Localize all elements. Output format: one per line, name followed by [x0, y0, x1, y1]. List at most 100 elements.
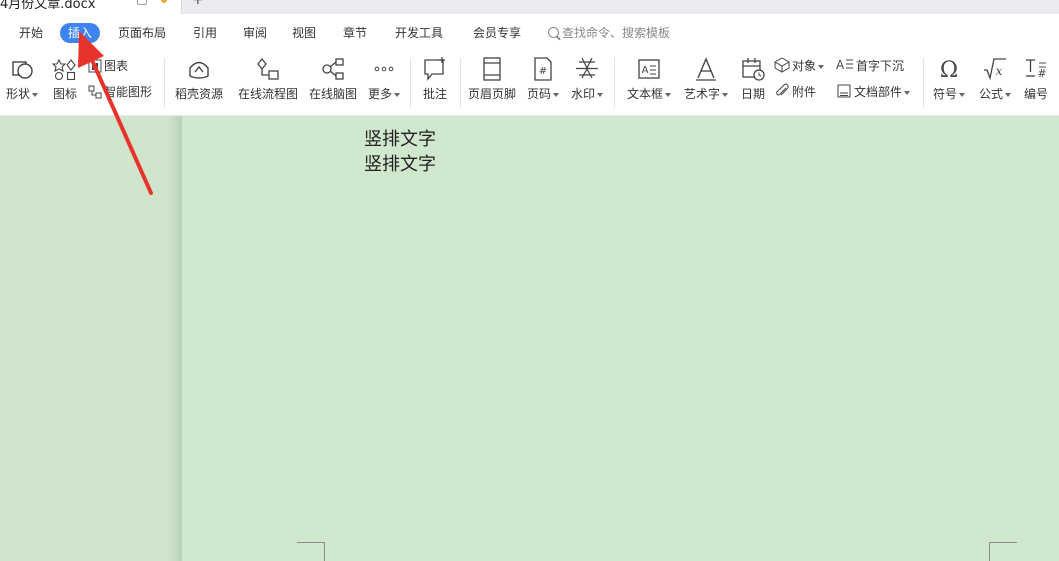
- page-margin-corner-left: [297, 542, 325, 561]
- numbering-icon: #: [1026, 59, 1047, 80]
- menu-references[interactable]: 引用: [193, 23, 217, 43]
- comment-button[interactable]: 批注: [416, 52, 454, 116]
- calendar-icon: [742, 58, 765, 81]
- document-tab-title: 4月份文章.docx: [0, 0, 96, 12]
- chart-icon: [88, 59, 102, 73]
- header-footer-label: 页眉页脚: [467, 87, 516, 101]
- svg-text:A: A: [836, 58, 845, 72]
- comment-label: 批注: [422, 87, 447, 101]
- drop-cap-label: 首字下沉: [856, 59, 905, 73]
- page-number-button[interactable]: # 页码: [523, 52, 563, 116]
- command-search[interactable]: 查找命令、搜索模板: [548, 23, 670, 43]
- header-footer-button[interactable]: 页眉页脚: [465, 52, 519, 116]
- menu-view[interactable]: 视图: [292, 23, 316, 43]
- symbol-label: 符号: [932, 87, 957, 101]
- date-label: 日期: [740, 87, 765, 101]
- menu-insert[interactable]: 插入: [60, 23, 101, 43]
- paperclip-icon: [776, 83, 789, 96]
- formula-button[interactable]: x 公式: [975, 52, 1015, 116]
- more-dots-icon: [374, 66, 394, 72]
- separator: [410, 58, 411, 108]
- new-tab-button[interactable]: +: [192, 0, 204, 8]
- document-text-line-2[interactable]: 竖排文字: [364, 150, 436, 176]
- page-shadow: [168, 116, 182, 561]
- separator: [164, 58, 165, 108]
- svg-text:Ω: Ω: [940, 58, 958, 82]
- smart-art-label: 智能图形: [104, 85, 153, 99]
- drop-cap-icon: A: [836, 58, 853, 72]
- smart-art-button[interactable]: 智能图形: [88, 83, 152, 101]
- menu-dev-tools[interactable]: 开发工具: [395, 23, 443, 43]
- menu-start[interactable]: 开始: [19, 23, 43, 43]
- document-text-line-1[interactable]: 竖排文字: [364, 125, 436, 151]
- text-box-icon: A: [638, 59, 660, 79]
- object-button[interactable]: 对象: [774, 57, 825, 75]
- monitor-icon[interactable]: [137, 0, 147, 5]
- watermark-icon: [576, 57, 598, 79]
- docer-icon: [189, 61, 209, 79]
- numbering-label: 编号: [1023, 87, 1048, 101]
- page-number-icon: #: [534, 57, 552, 81]
- document-page[interactable]: [182, 116, 1059, 561]
- insert-ribbon: 形状 图标 图表 智能图形 稻壳资源 在线流程图 在线脑图 更多 批注 页眉页脚…: [0, 52, 1059, 116]
- drop-cap-button[interactable]: A 首字下沉: [836, 57, 904, 75]
- date-button[interactable]: 日期: [737, 52, 769, 116]
- docer-label: 稻壳资源: [174, 87, 223, 101]
- online-mindmap-button[interactable]: 在线脑图: [306, 52, 360, 116]
- text-box-button[interactable]: A 文本框: [622, 52, 676, 116]
- word-art-label: 艺术字: [683, 87, 720, 101]
- shape-button[interactable]: 形状: [2, 52, 42, 116]
- comment-icon: [424, 57, 445, 81]
- doc-parts-button[interactable]: 文档部件: [836, 83, 911, 101]
- svg-text:A: A: [642, 65, 649, 76]
- text-box-label: 文本框: [626, 87, 663, 101]
- svg-text:#: #: [1037, 67, 1046, 80]
- unsaved-dot-icon: [161, 0, 167, 3]
- document-tab[interactable]: 4月份文章.docx: [0, 0, 182, 14]
- smart-art-icon: [88, 85, 102, 99]
- menu-bar: 开始 插入 页面布局 引用 审阅 视图 章节 开发工具 会员专享 查找命令、搜索…: [0, 14, 1059, 52]
- mindmap-icon: [322, 58, 344, 80]
- object-label: 对象: [792, 59, 817, 73]
- flowchart-label: 在线流程图: [237, 87, 298, 101]
- separator: [460, 58, 461, 108]
- attachment-label: 附件: [792, 85, 817, 99]
- menu-review[interactable]: 审阅: [243, 23, 267, 43]
- shape-icon: [12, 61, 33, 79]
- tab-strip: 4月份文章.docx +: [0, 0, 1059, 14]
- chart-label: 图表: [104, 59, 129, 73]
- watermark-button[interactable]: 水印: [567, 52, 607, 116]
- svg-text:x: x: [996, 64, 1003, 78]
- docer-resources-button[interactable]: 稻壳资源: [170, 52, 228, 116]
- flowchart-icon: [257, 57, 279, 80]
- doc-parts-label: 文档部件: [854, 85, 903, 99]
- icon-library-button[interactable]: 图标: [48, 52, 82, 116]
- header-footer-icon: [483, 57, 501, 81]
- online-flowchart-button[interactable]: 在线流程图: [236, 52, 300, 116]
- separator: [614, 58, 615, 108]
- shape-label: 形状: [5, 87, 30, 101]
- document-left-gutter: [0, 116, 168, 561]
- chart-button[interactable]: 图表: [88, 57, 128, 75]
- menu-page-layout[interactable]: 页面布局: [118, 23, 166, 43]
- search-placeholder: 查找命令、搜索模板: [562, 26, 671, 40]
- word-art-icon: [696, 57, 716, 81]
- more-button[interactable]: 更多: [364, 52, 404, 116]
- separator: [923, 58, 924, 108]
- word-art-button[interactable]: 艺术字: [680, 52, 732, 116]
- icon-library-label: 图标: [52, 87, 77, 101]
- search-icon: [548, 27, 559, 38]
- svg-text:#: #: [539, 66, 547, 77]
- symbol-button[interactable]: Ω 符号: [929, 52, 969, 116]
- attachment-button[interactable]: 附件: [774, 83, 816, 101]
- numbering-button[interactable]: # 编号: [1017, 52, 1055, 116]
- more-label: 更多: [367, 87, 392, 101]
- menu-section[interactable]: 章节: [343, 23, 367, 43]
- formula-icon: x: [984, 58, 1006, 81]
- menu-member[interactable]: 会员专享: [473, 23, 521, 43]
- doc-parts-icon: [837, 84, 851, 98]
- mindmap-label: 在线脑图: [308, 87, 357, 101]
- formula-label: 公式: [978, 87, 1003, 101]
- object-icon: [774, 57, 790, 73]
- watermark-label: 水印: [570, 87, 595, 101]
